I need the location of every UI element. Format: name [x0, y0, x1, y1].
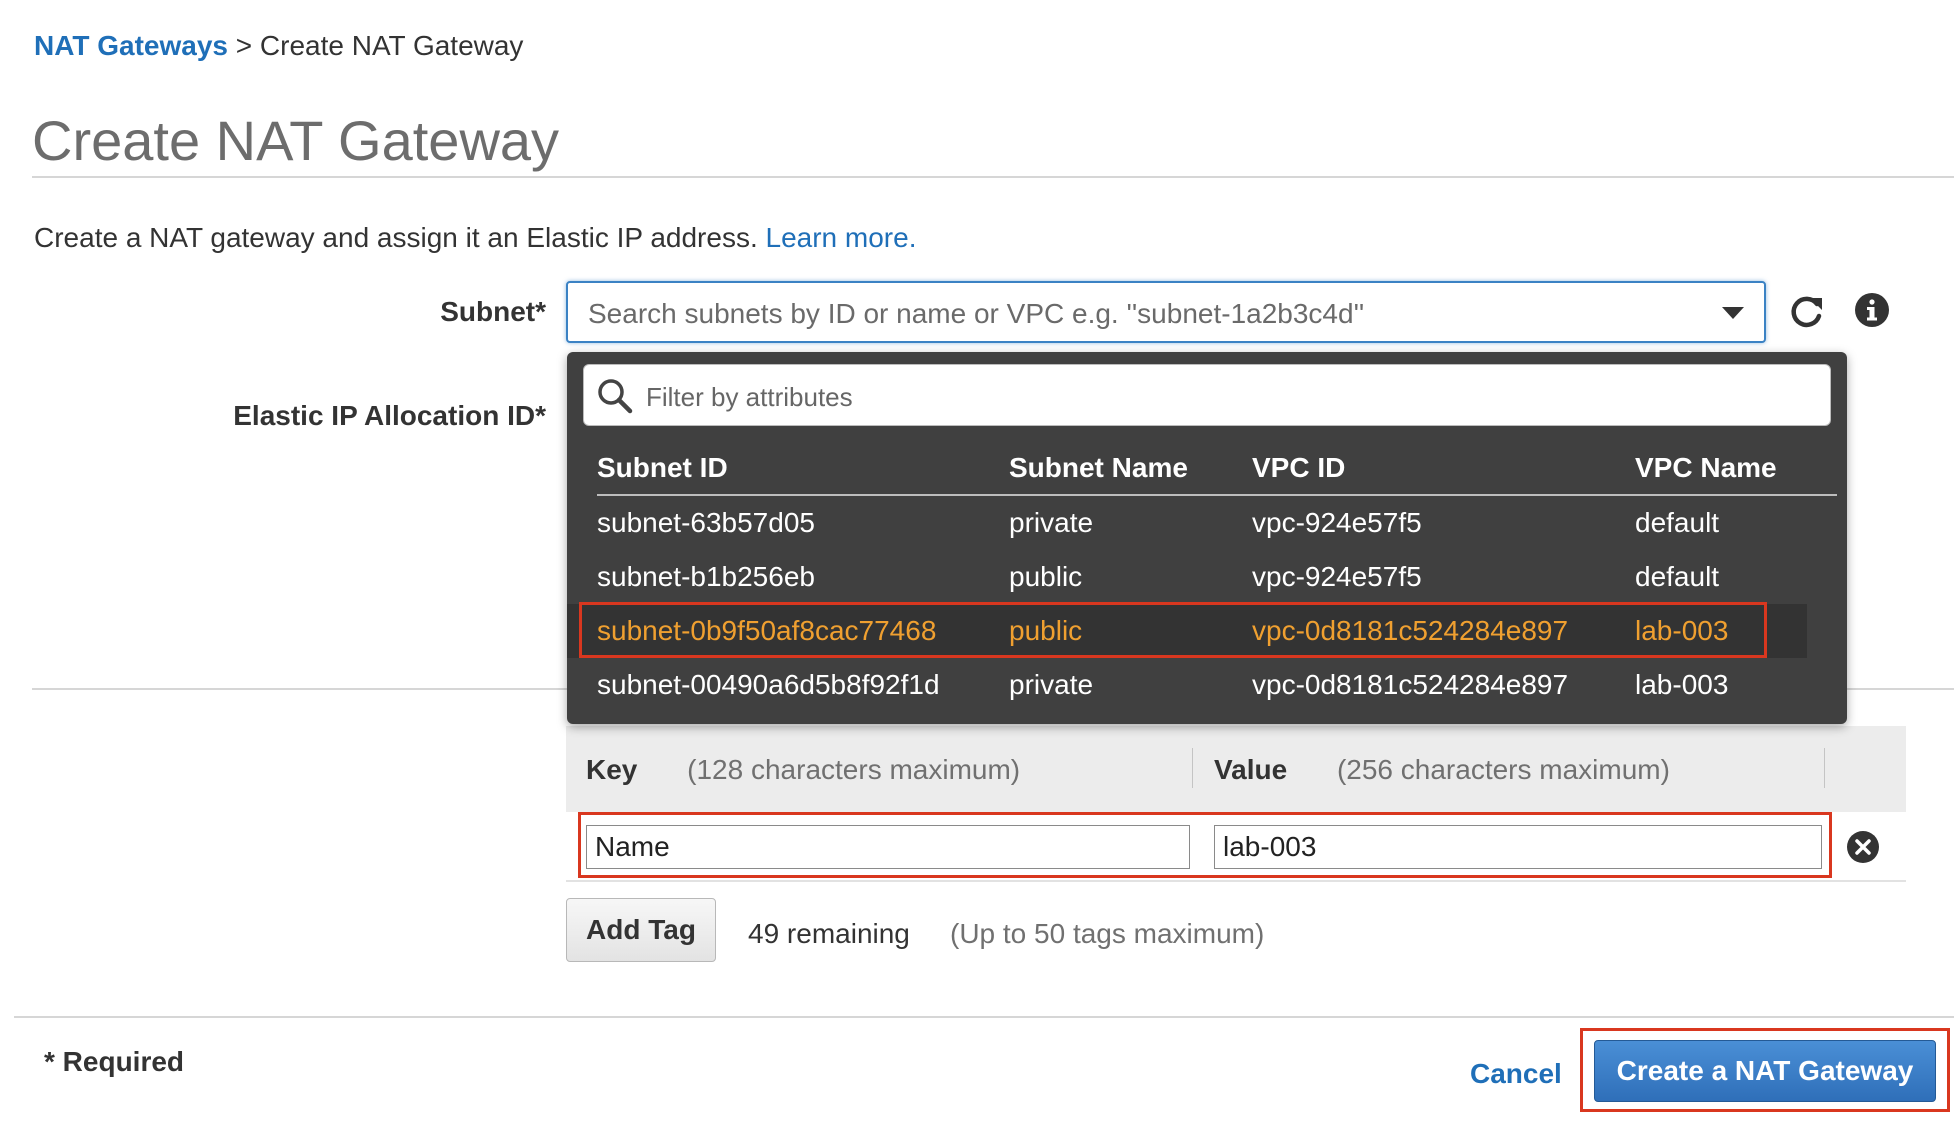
key-header-label: Key — [586, 754, 638, 785]
subnet-name-cell: private — [1009, 507, 1094, 538]
column-divider — [1824, 748, 1825, 788]
value-hint: (256 characters maximum) — [1336, 754, 1670, 785]
breadcrumb-nat-gateways-link[interactable]: NAT Gateways — [34, 30, 228, 61]
subnet-option-row[interactable]: subnet-b1b256eb public vpc-924e57f5 defa… — [567, 550, 1807, 604]
subnet-select-placeholder: Search subnets by ID or name or VPC e.g.… — [588, 298, 1365, 329]
subnet-id-cell: subnet-00490a6d5b8f92f1d — [597, 669, 940, 700]
column-divider — [1192, 748, 1193, 788]
intro-text: Create a NAT gateway and assign it an El… — [34, 222, 916, 254]
vpc-name-cell: default — [1635, 561, 1720, 592]
subnet-label: Subnet* — [440, 296, 546, 327]
key-column-header: Key (128 characters maximum) — [586, 754, 1020, 786]
column-header-subnet-name: Subnet Name — [1009, 452, 1188, 483]
column-header-vpc-id: VPC ID — [1252, 452, 1346, 483]
value-header-label: Value — [1214, 754, 1288, 785]
vpc-name-cell: lab-003 — [1635, 669, 1729, 700]
subnet-dropdown: Filter by attributes Subnet ID Subnet Na… — [567, 352, 1847, 724]
title-divider — [32, 176, 1954, 178]
add-tag-button[interactable]: Add Tag — [566, 898, 716, 962]
value-column-header: Value (256 characters maximum) — [1214, 754, 1670, 786]
subnet-name-cell: public — [1009, 561, 1083, 592]
create-nat-gateway-button[interactable]: Create a NAT Gateway — [1594, 1040, 1936, 1102]
info-icon[interactable] — [1854, 292, 1890, 328]
subnet-select[interactable]: Search subnets by ID or name or VPC e.g.… — [566, 281, 1766, 343]
key-hint: (128 characters maximum) — [687, 754, 1021, 785]
remove-icon[interactable] — [1846, 830, 1880, 864]
vpc-id-cell: vpc-924e57f5 — [1252, 507, 1422, 538]
vpc-id-cell: vpc-0d8181c524284e897 — [1252, 669, 1569, 700]
dropdown-caret-icon — [1722, 307, 1744, 319]
vpc-id-cell: vpc-924e57f5 — [1252, 561, 1422, 592]
subnet-option-row[interactable]: subnet-63b57d05 private vpc-924e57f5 def… — [567, 496, 1807, 550]
breadcrumb-separator: > — [235, 30, 253, 61]
tags-table-header: Key (128 characters maximum) Value (256 … — [566, 726, 1906, 812]
elastic-ip-label: Elastic IP Allocation ID* — [233, 400, 546, 431]
tags-remaining-count: 49 remaining — [748, 918, 910, 949]
selected-row-annotation-outline — [579, 602, 1767, 658]
filter-placeholder: Filter by attributes — [646, 382, 853, 412]
tag-row-annotation-outline — [578, 812, 1832, 878]
intro-description: Create a NAT gateway and assign it an El… — [34, 222, 758, 253]
required-note: * Required — [44, 1046, 185, 1077]
page-title: Create NAT Gateway — [32, 109, 560, 172]
cancel-button[interactable]: Cancel — [1470, 1058, 1562, 1090]
breadcrumb: NAT Gateways > Create NAT Gateway — [34, 30, 523, 62]
column-header-vpc-name: VPC Name — [1635, 452, 1777, 483]
subnet-id-cell: subnet-63b57d05 — [597, 507, 815, 538]
learn-more-link[interactable]: Learn more. — [766, 222, 917, 253]
filter-input[interactable]: Filter by attributes — [583, 364, 1831, 426]
footer-divider — [14, 1016, 1954, 1018]
tags-max-hint: (Up to 50 tags maximum) — [950, 918, 1265, 949]
vpc-name-cell: default — [1635, 507, 1720, 538]
subnet-id-cell: subnet-b1b256eb — [597, 561, 815, 592]
refresh-icon[interactable] — [1786, 292, 1826, 332]
breadcrumb-current: Create NAT Gateway — [259, 30, 524, 61]
subnet-name-cell: private — [1009, 669, 1094, 700]
column-header-subnet-id: Subnet ID — [597, 452, 728, 483]
subnet-option-row[interactable]: subnet-00490a6d5b8f92f1d private vpc-0d8… — [567, 658, 1807, 712]
search-icon — [596, 377, 634, 415]
tags-table-bottom-divider — [566, 880, 1906, 882]
